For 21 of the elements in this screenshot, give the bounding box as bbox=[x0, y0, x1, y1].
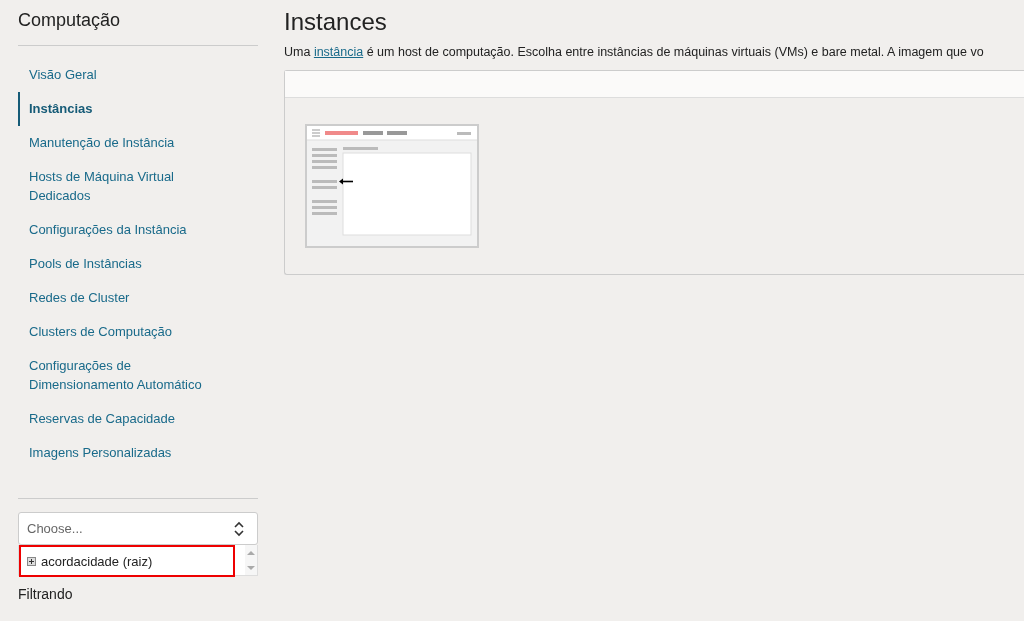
page-title: Instances bbox=[284, 8, 388, 36]
filter-heading: Filtrando bbox=[18, 586, 74, 602]
nav-link[interactable]: Reservas de Capacidade bbox=[18, 402, 217, 436]
nav-link[interactable]: Hosts de Máquina Virtual Dedicados bbox=[18, 160, 217, 213]
nav-link[interactable]: Visão Geral bbox=[18, 58, 217, 92]
nav-link[interactable]: Pools de Instâncias bbox=[18, 247, 217, 281]
nav-link[interactable]: Configurações de Dimensionamento Automático bbox=[18, 349, 217, 402]
nav-link[interactable]: Configurações da Instância bbox=[18, 213, 217, 247]
sidebar-title: Computação bbox=[18, 0, 258, 46]
sort-chevron-icon bbox=[233, 520, 245, 537]
nav-link[interactable]: Instâncias bbox=[18, 92, 217, 126]
description-text: Uma instância é um host de computação. Escolha entre instâncias de máquinas virtuais (VMs) e bare metal. A imagem que vo bbox=[284, 45, 985, 59]
compartment-select[interactable]: Choose... bbox=[18, 512, 258, 545]
compartment-option[interactable]: acordacidade (raiz) bbox=[19, 545, 235, 577]
expand-icon bbox=[27, 556, 36, 566]
nav-link[interactable]: Imagens Personalizadas bbox=[18, 436, 217, 470]
nav-link[interactable]: Redes de Cluster bbox=[18, 281, 217, 315]
instance-link[interactable]: instância bbox=[313, 45, 364, 59]
nav-link[interactable]: Clusters de Computação bbox=[18, 315, 217, 349]
nav-link[interactable]: Manutenção de Instância bbox=[18, 126, 217, 160]
scrollbar[interactable] bbox=[245, 545, 257, 575]
